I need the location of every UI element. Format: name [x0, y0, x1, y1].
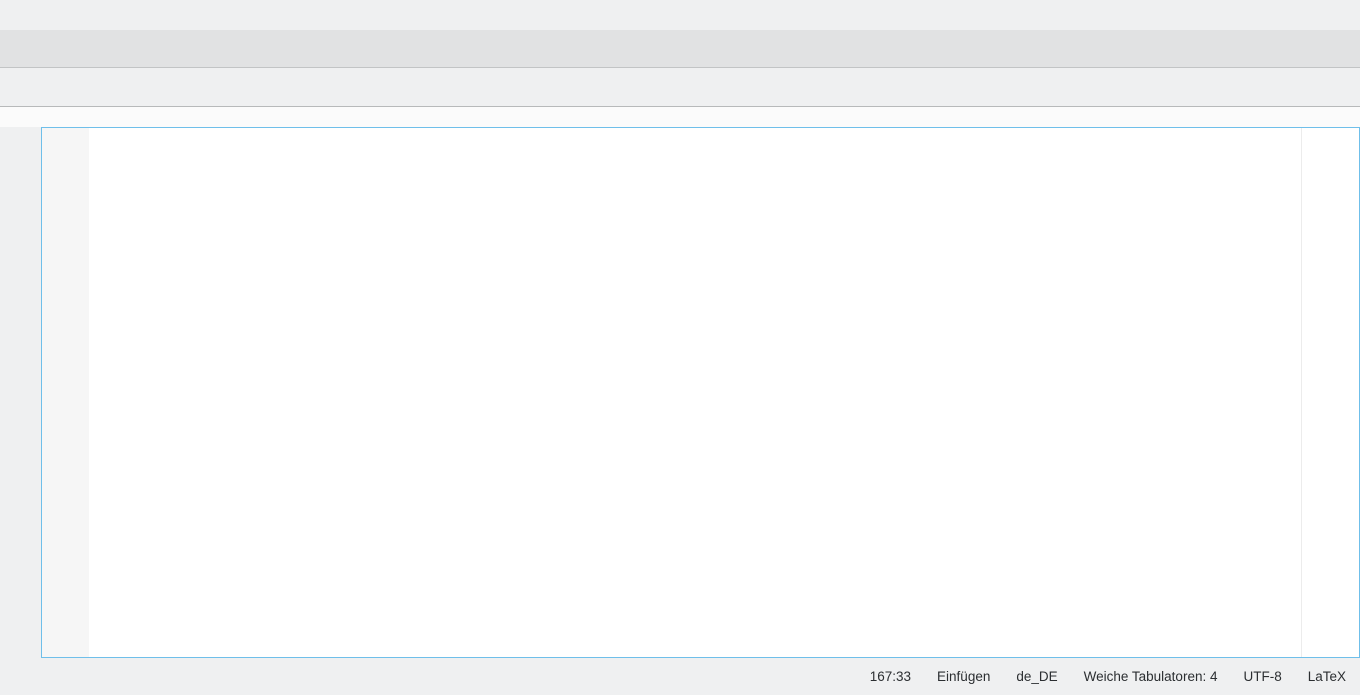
- tabbar-actions: [1348, 68, 1360, 106]
- editor-view[interactable]: [41, 127, 1360, 658]
- history-back-button[interactable]: [44, 68, 72, 106]
- toolbar: [0, 30, 1360, 68]
- breadcrumb: [0, 107, 1360, 127]
- cursor-position[interactable]: 167:33: [870, 669, 911, 684]
- tab-bar: [0, 68, 1360, 107]
- history-forward-button[interactable]: [72, 68, 100, 106]
- syntax-mode[interactable]: LaTeX: [1308, 669, 1346, 684]
- scrollbar-minimap[interactable]: [1301, 128, 1359, 657]
- dictionary[interactable]: de_DE: [1016, 669, 1057, 684]
- tab-settings[interactable]: Weiche Tabulatoren: 4: [1084, 669, 1218, 684]
- status-right: 167:33 Einfügen de_DE Weiche Tabulatoren…: [870, 669, 1350, 684]
- text-area[interactable]: [89, 128, 1301, 657]
- input-mode[interactable]: Einfügen: [937, 669, 990, 684]
- encoding[interactable]: UTF-8: [1243, 669, 1281, 684]
- documents-button[interactable]: [0, 68, 44, 106]
- menu-bar: [0, 0, 1360, 30]
- main-area: [0, 127, 1360, 658]
- line-number-gutter: [42, 128, 89, 657]
- side-rail: [0, 127, 41, 658]
- kate-window: 167:33 Einfügen de_DE Weiche Tabulatoren…: [0, 0, 1360, 695]
- status-bar: 167:33 Einfügen de_DE Weiche Tabulatoren…: [0, 658, 1360, 695]
